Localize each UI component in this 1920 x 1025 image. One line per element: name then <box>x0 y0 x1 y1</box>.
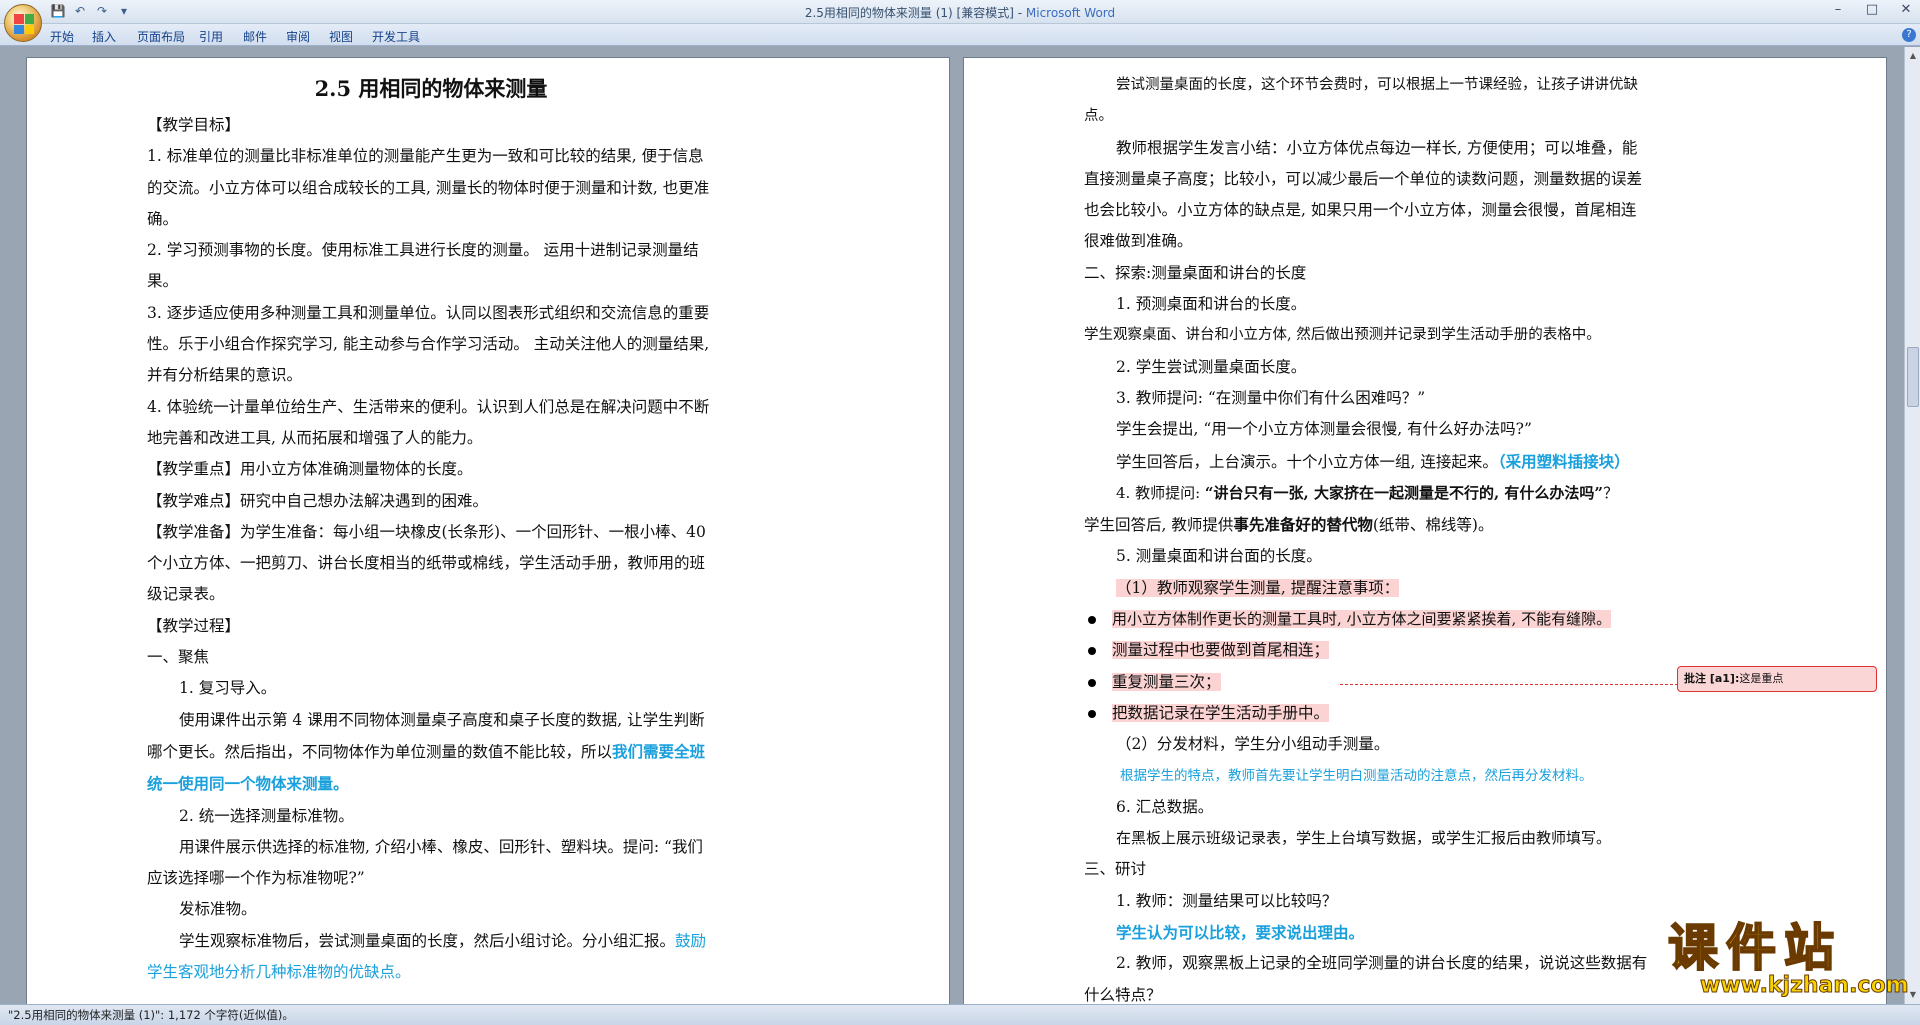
minimize-button[interactable]: – <box>1828 2 1848 17</box>
scroll-up-icon[interactable]: ▲ <box>1906 49 1920 63</box>
paragraph: 【教学重点】用小立方体准确测量物体的长度。 <box>147 460 473 479</box>
paragraph: 2. 学习预测事物的长度。使用标准工具进行长度的测量。 运用十进制记录测量结果。 <box>147 241 699 291</box>
tab-developer[interactable]: 开发工具 <box>372 28 420 45</box>
paragraph: 【教学难点】研究中自己想办法解决遇到的困难。 <box>147 491 489 510</box>
paragraph: 2. 统一选择测量标准物。 <box>179 806 354 825</box>
section-heading: 一、聚焦 <box>147 648 210 667</box>
page-content: 2.5 用相同的物体来测量 【教学目标】 1. 标准单位的测量比非标准单位的测量… <box>147 70 715 988</box>
paragraph: 使用课件出示第 4 课用不同物体测量桌子高度和桌子长度的数据, 让学生判断哪个更… <box>147 705 715 801</box>
list-item: 把数据记录在学生活动手册中。 <box>1084 698 1648 729</box>
watermark-logo: 课件站 www.kjzhan.com <box>1667 919 1910 1000</box>
comment-label: 批注 [a1]: <box>1684 672 1740 685</box>
paragraph: 学生回答后, 教师提供事先准备好的替代物(纸带、棉线等)。 <box>1084 509 1648 541</box>
paragraph: 2. 教师，观察黑板上记录的全班同学测量的讲台长度的结果，说说这些数据有什么特点… <box>1084 954 1648 1004</box>
commented-text: 重复测量三次； <box>1112 672 1221 691</box>
section-heading: 三、研讨 <box>1084 860 1147 879</box>
paragraph: 6. 汇总数据。 <box>1116 797 1214 816</box>
paragraph: 5. 测量桌面和讲台面的长度。 <box>1116 547 1322 566</box>
tab-page-layout[interactable]: 页面布局 <box>137 28 185 45</box>
paragraph: 4. 体验统一计量单位给生产、生活带来的便利。认识到人们总是在解决问题中不断地完… <box>147 397 710 447</box>
title-bar: 💾 ↶ ↷ ▾ 2.5用相同的物体来测量 (1) [兼容模式] - Micros… <box>0 0 1920 24</box>
window-controls: – □ ✕ <box>1828 2 1916 17</box>
document-title: 2.5用相同的物体来测量 (1) [兼容模式] - <box>804 6 1026 20</box>
watermark-url: www.kjzhan.com <box>1700 973 1910 998</box>
tab-view[interactable]: 视图 <box>329 28 353 45</box>
status-bar: "2.5用相同的物体来测量 (1)": 1,172 个字符(近似值)。 <box>0 1004 1920 1025</box>
office-logo-icon <box>14 14 34 34</box>
commented-text: （1）教师观察学生测量, 提醒注意事项： <box>1116 578 1400 597</box>
paragraph: 学生观察桌面、讲台和小立方体, 然后做出预测并记录到学生活动手册的表格中。 <box>1084 327 1601 344</box>
paragraph: 学生认为可以比较，要求说出理由。 <box>1116 923 1365 943</box>
paragraph: 1. 标准单位的测量比非标准单位的测量能产生更为一致和可比较的结果, 便于信息的… <box>147 147 710 228</box>
scroll-thumb[interactable] <box>1907 347 1919 407</box>
tab-references[interactable]: 引用 <box>199 28 223 45</box>
office-button[interactable] <box>4 4 42 42</box>
tab-insert[interactable]: 插入 <box>92 28 116 45</box>
list-item: 测量过程中也要做到首尾相连； <box>1084 635 1648 666</box>
paragraph-text: 4. 教师提问: <box>1116 483 1205 502</box>
paragraph: 根据学生的特点，教师首先要让学生明白测量活动的注意点，然后再分发材料。 <box>1120 767 1593 784</box>
list-item: 用小立方体制作更长的测量工具时, 小立方体之间要紧紧挨着, 不能有缝隙。 <box>1084 604 1648 635</box>
section-heading: 二、探索:测量桌面和讲台的长度 <box>1084 263 1307 282</box>
paragraph-text: (纸带、棉线等)。 <box>1372 516 1494 535</box>
document-page-left[interactable]: 2.5 用相同的物体来测量 【教学目标】 1. 标准单位的测量比非标准单位的测量… <box>26 57 950 1004</box>
paragraph-text: 学生回答后，上台演示。十个小立方体一组, 连接起来。 <box>1116 452 1498 471</box>
paragraph: 尝试测量桌面的长度，这个环节会费时，可以根据上一节课经验，让孩子讲讲优缺点。 <box>1084 77 1638 125</box>
paragraph: 1. 预测桌面和讲台的长度。 <box>1116 295 1307 314</box>
watermark-text: 课件站 <box>1667 919 1842 977</box>
paragraph: 【教学准备】为学生准备：每小组一块橡皮(长条形)、一个回形针、一根小棒、40 个… <box>147 522 706 604</box>
commented-text: 测量过程中也要做到首尾相连； <box>1112 641 1330 660</box>
tab-mailings[interactable]: 邮件 <box>243 28 267 45</box>
vertical-scrollbar[interactable]: ▲ ▼ <box>1904 47 1920 1004</box>
document-page-right[interactable]: 尝试测量桌面的长度，这个环节会费时，可以根据上一节课经验，让孩子讲讲优缺点。 教… <box>963 57 1887 1004</box>
ribbon-tab-bar: 开始 插入 页面布局 引用 邮件 审阅 视图 开发工具 ? <box>0 24 1920 46</box>
commented-text: 用小立方体制作更长的测量工具时, 小立方体之间要紧紧挨着, 不能有缝隙。 <box>1112 610 1612 629</box>
bold-text: 事先准备好的替代物 <box>1233 515 1373 535</box>
paragraph-text: 学生回答后, 教师提供 <box>1084 516 1234 535</box>
paragraph: （2）分发材料，学生分小组动手测量。 <box>1116 735 1390 754</box>
paragraph: 用课件展示供选择的标准物, 介绍小棒、橡皮、回形针、塑料块。提问: “我们应该选… <box>147 837 703 888</box>
paragraph: 在黑板上展示班级记录表，学生上台填写数据，或学生汇报后由教师填写。 <box>1116 829 1612 848</box>
section-heading: 【教学过程】 <box>147 616 241 635</box>
tab-home[interactable]: 开始 <box>50 28 74 45</box>
tab-review[interactable]: 审阅 <box>286 28 310 45</box>
close-button[interactable]: ✕ <box>1896 2 1916 17</box>
document-area: 2.5 用相同的物体来测量 【教学目标】 1. 标准单位的测量比非标准单位的测量… <box>0 47 1904 1004</box>
page-content: 尝试测量桌面的长度，这个环节会费时，可以根据上一节课经验，让孩子讲讲优缺点。 教… <box>1084 70 1648 1004</box>
paragraph: 2. 学生尝试测量桌面长度。 <box>1116 357 1307 376</box>
help-icon[interactable]: ? <box>1902 28 1916 42</box>
document-heading: 2.5 用相同的物体来测量 <box>314 76 548 101</box>
paragraph: 3. 逐步适应使用多种测量工具和测量单位。认同以图表形式组织和交流信息的重要性。… <box>147 303 710 385</box>
paragraph-text: ？ <box>1603 483 1619 502</box>
highlight-text: （采用塑料插接块） <box>1497 451 1630 471</box>
section-heading: 【教学目标】 <box>147 116 241 134</box>
list-item: 重复测量三次； <box>1084 667 1648 698</box>
comment-text: 这是重点 <box>1739 672 1784 685</box>
paragraph: 学生会提出, “用一个小立方体测量会很慢, 有什么好办法吗?” <box>1116 420 1532 439</box>
paragraph: 4. 教师提问: “讲台只有一张, 大家挤在一起测量是不行的, 有什么办法吗”？ <box>1084 478 1648 509</box>
app-name: Microsoft Word <box>1025 6 1116 20</box>
commented-text: 把数据记录在学生活动手册中。 <box>1112 703 1330 722</box>
paragraph: （1）教师观察学生测量, 提醒注意事项： <box>1084 573 1648 604</box>
paragraph: 学生回答后，上台演示。十个小立方体一组, 连接起来。（采用塑料插接块） <box>1084 446 1648 478</box>
paragraph: 教师根据学生发言小结：小立方体优点每边一样长, 方便使用；可以堆叠，能直接测量桌… <box>1084 138 1643 251</box>
comment-balloon[interactable]: 批注 [a1]:这是重点 <box>1677 666 1877 692</box>
window-title: 2.5用相同的物体来测量 (1) [兼容模式] - Microsoft Word <box>0 4 1920 21</box>
paragraph: 学生观察标准物后，尝试测量桌面的长度，然后小组讨论。分小组汇报。鼓励学生客观地分… <box>147 926 715 989</box>
paragraph: 1. 教师：测量结果可以比较吗？ <box>1116 891 1338 910</box>
paragraph: 发标准物。 <box>179 900 257 919</box>
paragraph: 3. 教师提问: “在测量中你们有什么困难吗？” <box>1116 388 1426 407</box>
maximize-button[interactable]: □ <box>1862 2 1882 17</box>
paragraph-text: 学生观察标准物后，尝试测量桌面的长度，然后小组讨论。分小组汇报。 <box>179 931 676 950</box>
comment-connector <box>1340 684 1678 685</box>
bold-text: “讲台只有一张, 大家挤在一起测量是不行的, 有什么办法吗” <box>1204 483 1604 502</box>
word-count-status: "2.5用相同的物体来测量 (1)": 1,172 个字符(近似值)。 <box>8 1008 294 1022</box>
paragraph: 1. 复习导入。 <box>179 679 277 698</box>
